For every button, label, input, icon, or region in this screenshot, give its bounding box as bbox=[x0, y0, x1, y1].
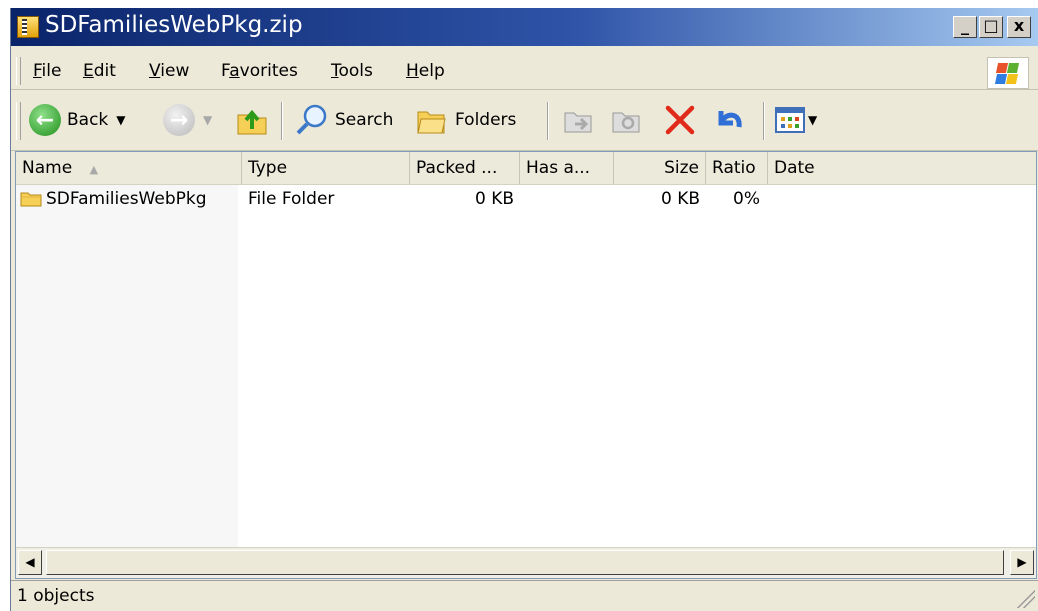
menu-help[interactable]: Help bbox=[406, 61, 445, 81]
column-header-name[interactable]: Name ▲ bbox=[16, 152, 242, 184]
column-header-type[interactable]: Type bbox=[242, 152, 410, 184]
status-bar: 1 objects bbox=[11, 580, 1038, 611]
views-icon bbox=[775, 107, 805, 133]
column-header-ratio[interactable]: Ratio bbox=[706, 152, 768, 184]
toolbar-grip[interactable] bbox=[16, 102, 21, 140]
search-icon bbox=[296, 104, 327, 135]
folders-button[interactable]: Folders bbox=[415, 102, 516, 138]
copy-to-button[interactable] bbox=[609, 102, 643, 138]
views-dropdown-icon[interactable]: ▼ bbox=[808, 113, 817, 127]
back-arrow-icon: ← bbox=[29, 104, 61, 136]
scrollbar-thumb[interactable] bbox=[46, 550, 1004, 575]
forward-arrow-icon: → bbox=[163, 104, 195, 136]
menubar-grip[interactable] bbox=[16, 57, 21, 85]
standard-toolbar: ← Back ▼ → ▼ Search Folders ▼ bbox=[11, 92, 1038, 151]
undo-icon bbox=[718, 111, 742, 128]
menu-file[interactable]: File bbox=[33, 61, 61, 81]
windows-logo-icon bbox=[987, 57, 1029, 89]
column-header-has-a[interactable]: Has a... bbox=[520, 152, 614, 184]
search-button[interactable]: Search bbox=[295, 102, 393, 138]
file-list[interactable]: Name ▲ Type Packed ... Has a... Size Rat… bbox=[15, 151, 1037, 579]
delete-button[interactable] bbox=[663, 102, 697, 138]
item-name: SDFamiliesWebPkg bbox=[46, 189, 207, 209]
up-folder-icon bbox=[237, 109, 267, 135]
horizontal-scrollbar[interactable]: ◀ ▶ bbox=[16, 547, 1036, 578]
folder-icon bbox=[20, 192, 42, 207]
item-packed: 0 KB bbox=[474, 189, 514, 209]
copy-to-icon bbox=[612, 112, 640, 133]
zip-folder-icon[interactable] bbox=[17, 16, 39, 38]
column-header-row: Name ▲ Type Packed ... Has a... Size Rat… bbox=[16, 152, 1036, 185]
toolbar-separator bbox=[763, 102, 765, 140]
delete-x-icon bbox=[665, 105, 695, 135]
views-button[interactable]: ▼ bbox=[775, 102, 817, 138]
maximize-button[interactable]: □ bbox=[979, 16, 1003, 38]
item-ratio: 0% bbox=[733, 189, 760, 209]
item-has-a bbox=[520, 186, 608, 212]
scroll-left-icon[interactable]: ◀ bbox=[18, 550, 42, 575]
sorted-column-highlight bbox=[16, 184, 238, 578]
menu-bar: File Edit View Favorites Tools Help bbox=[11, 53, 1038, 90]
close-button[interactable]: x bbox=[1007, 16, 1031, 38]
menu-view[interactable]: View bbox=[149, 61, 189, 81]
back-label: Back bbox=[67, 110, 109, 130]
list-item[interactable]: SDFamiliesWebPkg File Folder 0 KB 0 KB 0… bbox=[16, 186, 1036, 212]
move-to-button[interactable] bbox=[561, 102, 595, 138]
title-bar[interactable]: SDFamiliesWebPkg.zip _ □ x bbox=[11, 8, 1038, 46]
up-folder-button[interactable] bbox=[235, 102, 269, 138]
column-header-date[interactable]: Date bbox=[768, 152, 1036, 184]
folders-label: Folders bbox=[455, 110, 517, 130]
column-header-packed[interactable]: Packed ... bbox=[410, 152, 520, 184]
column-header-label: Name bbox=[22, 158, 73, 178]
scroll-right-icon[interactable]: ▶ bbox=[1010, 550, 1034, 575]
resize-grip-icon[interactable] bbox=[1015, 588, 1035, 608]
toolbar-separator bbox=[547, 102, 549, 140]
toolbar-separator bbox=[281, 102, 283, 140]
item-size: 0 KB bbox=[660, 189, 700, 209]
forward-button[interactable]: → ▼ bbox=[163, 102, 212, 138]
window-title: SDFamiliesWebPkg.zip bbox=[45, 12, 303, 38]
forward-dropdown-icon[interactable]: ▼ bbox=[203, 113, 212, 127]
folders-icon bbox=[417, 111, 446, 134]
menu-edit[interactable]: Edit bbox=[83, 61, 116, 81]
back-dropdown-icon[interactable]: ▼ bbox=[116, 113, 125, 127]
explorer-window: SDFamiliesWebPkg.zip _ □ x File Edit Vie… bbox=[10, 8, 1038, 611]
move-to-icon bbox=[564, 112, 592, 133]
column-header-size[interactable]: Size bbox=[614, 152, 706, 184]
undo-button[interactable] bbox=[711, 102, 745, 138]
search-label: Search bbox=[335, 110, 394, 130]
sort-ascending-icon: ▲ bbox=[89, 163, 99, 176]
status-text: 1 objects bbox=[17, 586, 95, 606]
back-button[interactable]: ← Back ▼ bbox=[29, 102, 126, 138]
item-type: File Folder bbox=[248, 189, 335, 209]
minimize-button[interactable]: _ bbox=[953, 16, 977, 38]
menu-favorites[interactable]: Favorites bbox=[221, 61, 298, 81]
menu-tools[interactable]: Tools bbox=[331, 61, 373, 81]
